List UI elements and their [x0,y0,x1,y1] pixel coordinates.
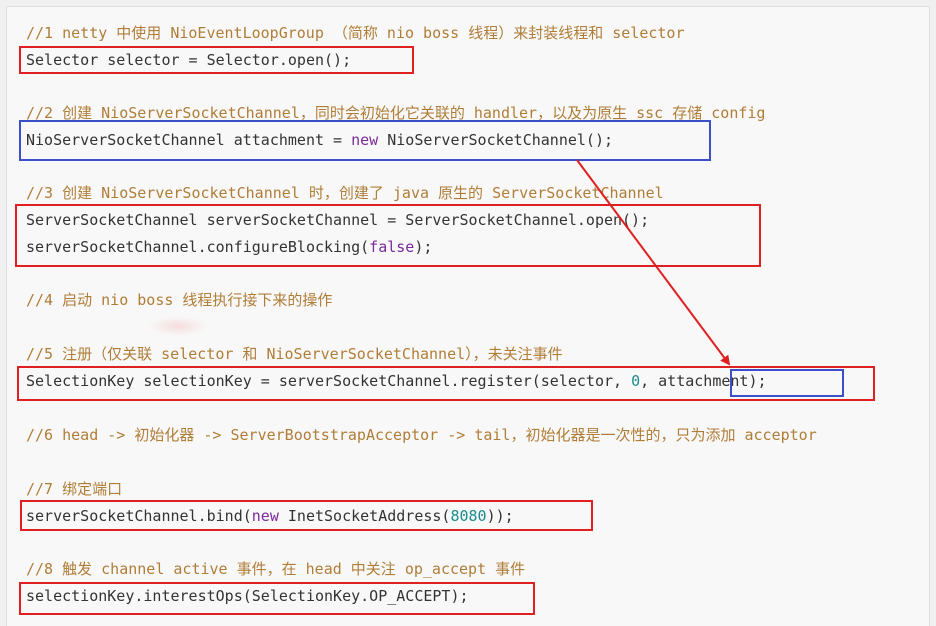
code-comment-5: //5 注册（仅关联 selector 和 NioServerSocketCha… [26,342,563,366]
code-comment-8: //8 触发 channel active 事件，在 head 中关注 op_a… [26,557,525,581]
code-token: //1 netty 中使用 NioEventLoopGroup （简称 nio … [26,24,685,42]
highlight-box-ssc [15,204,761,267]
code-comment-4: //4 启动 nio boss 线程执行接下来的操作 [26,288,332,312]
code-block [6,6,930,626]
code-comment-6: //6 head -> 初始化器 -> ServerBootstrapAccep… [26,423,817,447]
code-token: //5 注册（仅关联 selector 和 NioServerSocketCha… [26,345,563,363]
highlight-box-interest-ops [19,582,535,615]
code-comment-7: //7 绑定端口 [26,477,122,501]
code-comment-1: //1 netty 中使用 NioEventLoopGroup （简称 nio … [26,21,684,45]
screenshot-frame: //1 netty 中使用 NioEventLoopGroup （简称 nio … [0,0,936,626]
highlight-box-attachment-arg [730,369,844,397]
highlight-box-bind [20,500,593,531]
code-token: //3 创建 NioServerSocketChannel 时，创建了 java… [26,184,664,202]
code-token: //7 绑定端口 [26,480,123,498]
code-token: //8 触发 channel active 事件，在 head 中关注 op_a… [26,560,526,578]
code-token: //4 启动 nio boss 线程执行接下来的操作 [26,291,333,309]
code-token: //6 head -> 初始化器 -> ServerBootstrapAccep… [26,426,817,444]
highlight-box-attachment [19,120,711,161]
faint-smudge [148,316,208,336]
code-comment-3: //3 创建 NioServerSocketChannel 时，创建了 java… [26,181,664,205]
highlight-box-selector [19,46,414,74]
